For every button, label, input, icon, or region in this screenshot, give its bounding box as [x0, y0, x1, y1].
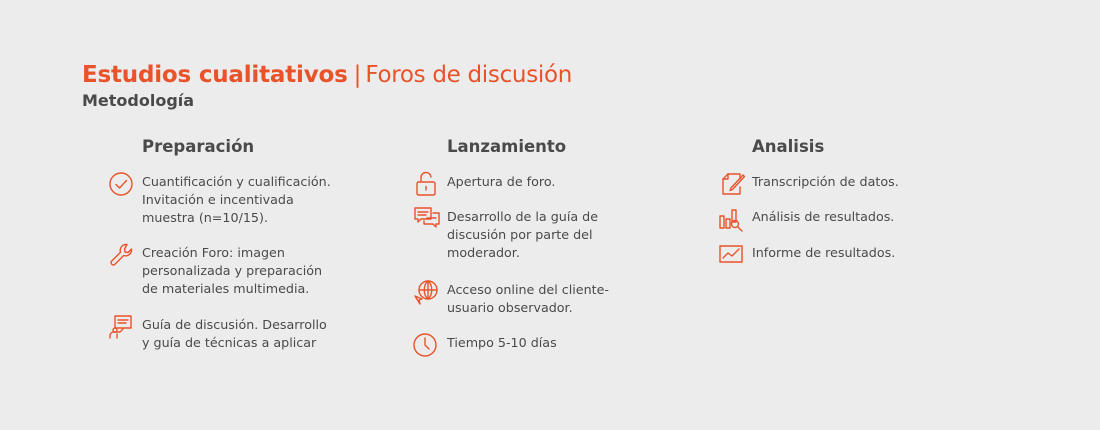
item-text-line: usuario observador.	[447, 300, 573, 315]
list-item: Acceso online del cliente- usuario obser…	[413, 278, 610, 317]
item-text-line: Análisis de resultados.	[752, 209, 895, 224]
unlock-icon	[413, 170, 441, 198]
page-subtitle: Metodología	[82, 91, 195, 110]
item-text-line: personalizada y preparación	[142, 263, 323, 278]
column-preparacion: Preparación Cuantificación y cualificaci…	[108, 136, 378, 350]
item-text-line: Informe de resultados.	[752, 245, 896, 260]
item-text-line: Invitación e incentivada	[142, 192, 294, 207]
item-text-line: Cuantificación y cualificación.	[142, 174, 331, 189]
line-chart-icon	[718, 241, 746, 269]
column-title: Analisis	[752, 137, 825, 156]
clock-icon	[413, 331, 441, 359]
column-lanzamiento: Lanzamiento Apertura de foro. Desarrollo…	[413, 136, 683, 357]
list-item: Creación Foro: imagen personalizada y pr…	[108, 241, 323, 298]
list-item: Guía de discusión. Desarrollo y guía de …	[108, 313, 327, 352]
item-text-line: Guía de discusión. Desarrollo	[142, 317, 327, 332]
list-item: Análisis de resultados.	[718, 208, 894, 233]
check-circle-icon	[108, 170, 136, 198]
item-text-line: moderador.	[447, 245, 520, 260]
title-secondary: Foros de discusión	[365, 62, 573, 88]
item-text-line: Transcripción de datos.	[752, 174, 899, 189]
item-text-line: Tiempo 5-10 días	[447, 335, 557, 350]
list-item: Desarrollo de la guía de discusión por p…	[413, 205, 599, 262]
page-title: Estudios cualitativos | Foros de discusión	[82, 60, 572, 90]
list-item: Tiempo 5-10 días	[413, 331, 557, 359]
title-main: Estudios cualitativos	[82, 62, 348, 88]
list-item: Transcripción de datos.	[718, 173, 899, 198]
document-pen-icon	[718, 170, 746, 198]
list-item: Informe de resultados.	[718, 244, 895, 269]
item-text-line: Desarrollo de la guía de	[447, 209, 599, 224]
item-text-line: Acceso online del cliente-	[447, 282, 610, 297]
item-text-line: muestra (n=10/15).	[142, 210, 268, 225]
globe-cursor-icon	[413, 278, 441, 306]
item-text-line: discusión por parte del	[447, 227, 593, 242]
item-text-line: de materiales multimedia.	[142, 281, 310, 296]
list-item: Apertura de foro.	[413, 170, 556, 198]
chat-bubbles-icon	[413, 205, 441, 233]
title-separator: |	[353, 62, 362, 88]
column-title: Lanzamiento	[447, 137, 567, 156]
list-item: Cuantificación y cualificación. Invitaci…	[108, 170, 331, 227]
column-title: Preparación	[142, 137, 255, 156]
item-text-line: Apertura de foro.	[447, 174, 556, 189]
column-analisis: Analisis Transcripción de datos. Análisi…	[718, 136, 988, 263]
item-text-line: Creación Foro: imagen	[142, 245, 285, 260]
wrench-icon	[108, 241, 136, 269]
presenter-board-icon	[108, 313, 136, 341]
bar-chart-magnifier-icon	[718, 205, 746, 233]
item-text-line: y guía de técnicas a aplicar	[142, 335, 317, 350]
